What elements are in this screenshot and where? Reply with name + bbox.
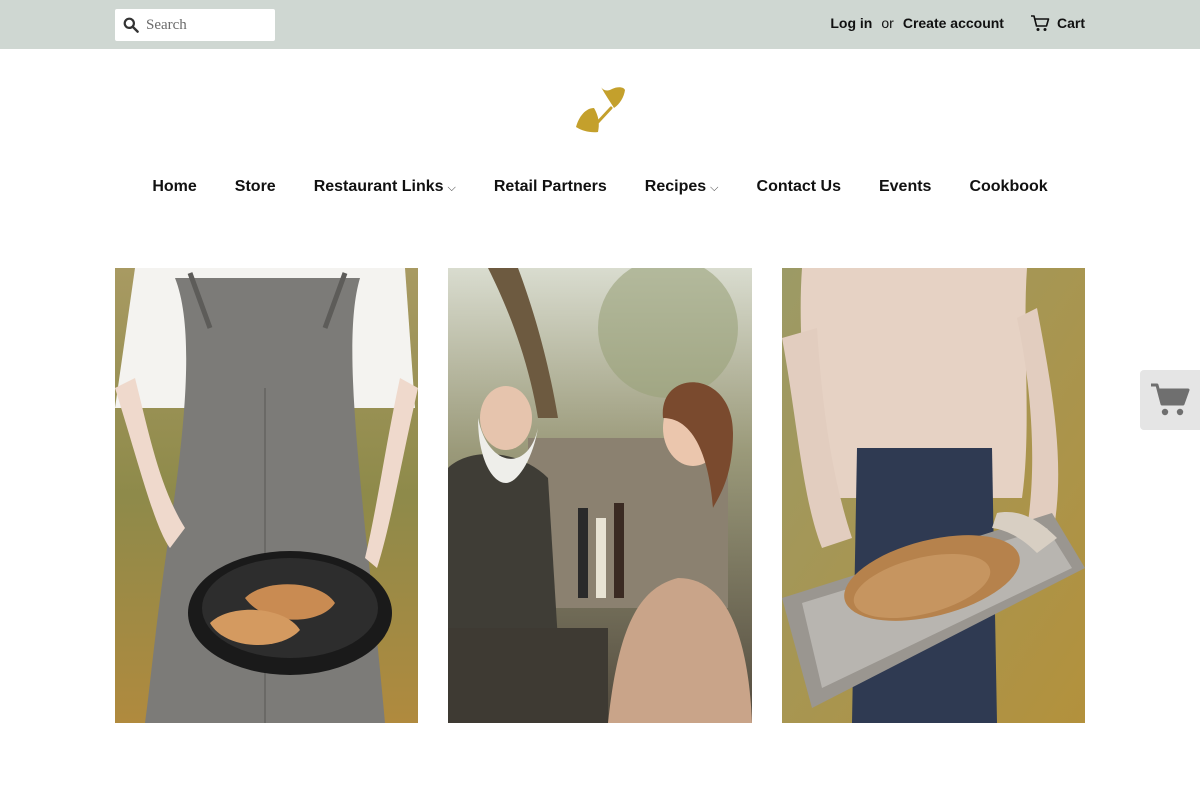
search-icon[interactable] [123, 17, 139, 33]
nav-recipes-label: Recipes [644, 178, 707, 195]
cart-icon [1030, 15, 1050, 31]
gallery-photo-roast-duck[interactable] [782, 268, 1085, 723]
login-link[interactable]: Log in [830, 15, 872, 31]
search-box[interactable] [115, 9, 275, 41]
nav-home-label: Home [152, 178, 197, 195]
account-links: Log in or Create account Cart [830, 0, 1085, 46]
or-text: or [881, 15, 894, 31]
top-bar: Log in or Create account Cart [0, 0, 1200, 49]
nav-events[interactable]: Events [879, 178, 931, 196]
nav-events-label: Events [878, 178, 932, 195]
nav-contact-us[interactable]: Contact Us [757, 178, 841, 196]
nav-retail-partners-label: Retail Partners [493, 178, 607, 195]
nav-cookbook[interactable]: Cookbook [969, 178, 1047, 196]
gallery-photo-chef-skillet[interactable] [115, 268, 418, 723]
nav-home[interactable]: Home [152, 178, 196, 196]
create-account-link[interactable]: Create account [903, 15, 1004, 31]
nav-restaurant-links-label: Restaurant Links [313, 178, 444, 195]
nav-cookbook-label: Cookbook [969, 178, 1048, 195]
nav-restaurant-links[interactable]: Restaurant Links ⌵ [314, 178, 456, 196]
cart-link[interactable]: Cart [1030, 14, 1085, 32]
nav-recipes[interactable]: Recipes ⌵ [645, 178, 719, 196]
nav-contact-us-label: Contact Us [756, 178, 841, 195]
floating-cart-button[interactable] [1140, 370, 1200, 430]
gallery-photo-wine-tasting[interactable] [448, 268, 752, 723]
chevron-down-icon: ⌵ [710, 181, 719, 194]
main-nav: Home Store Restaurant Links ⌵ Retail Par… [0, 178, 1200, 196]
chevron-down-icon: ⌵ [447, 181, 456, 194]
shopping-cart-icon [1151, 383, 1190, 416]
nav-retail-partners[interactable]: Retail Partners [494, 178, 607, 196]
nav-store[interactable]: Store [235, 178, 276, 196]
search-input[interactable] [146, 16, 266, 34]
nav-store-label: Store [234, 178, 276, 195]
cart-label: Cart [1056, 15, 1085, 31]
leaf-logo-icon[interactable] [574, 84, 628, 134]
